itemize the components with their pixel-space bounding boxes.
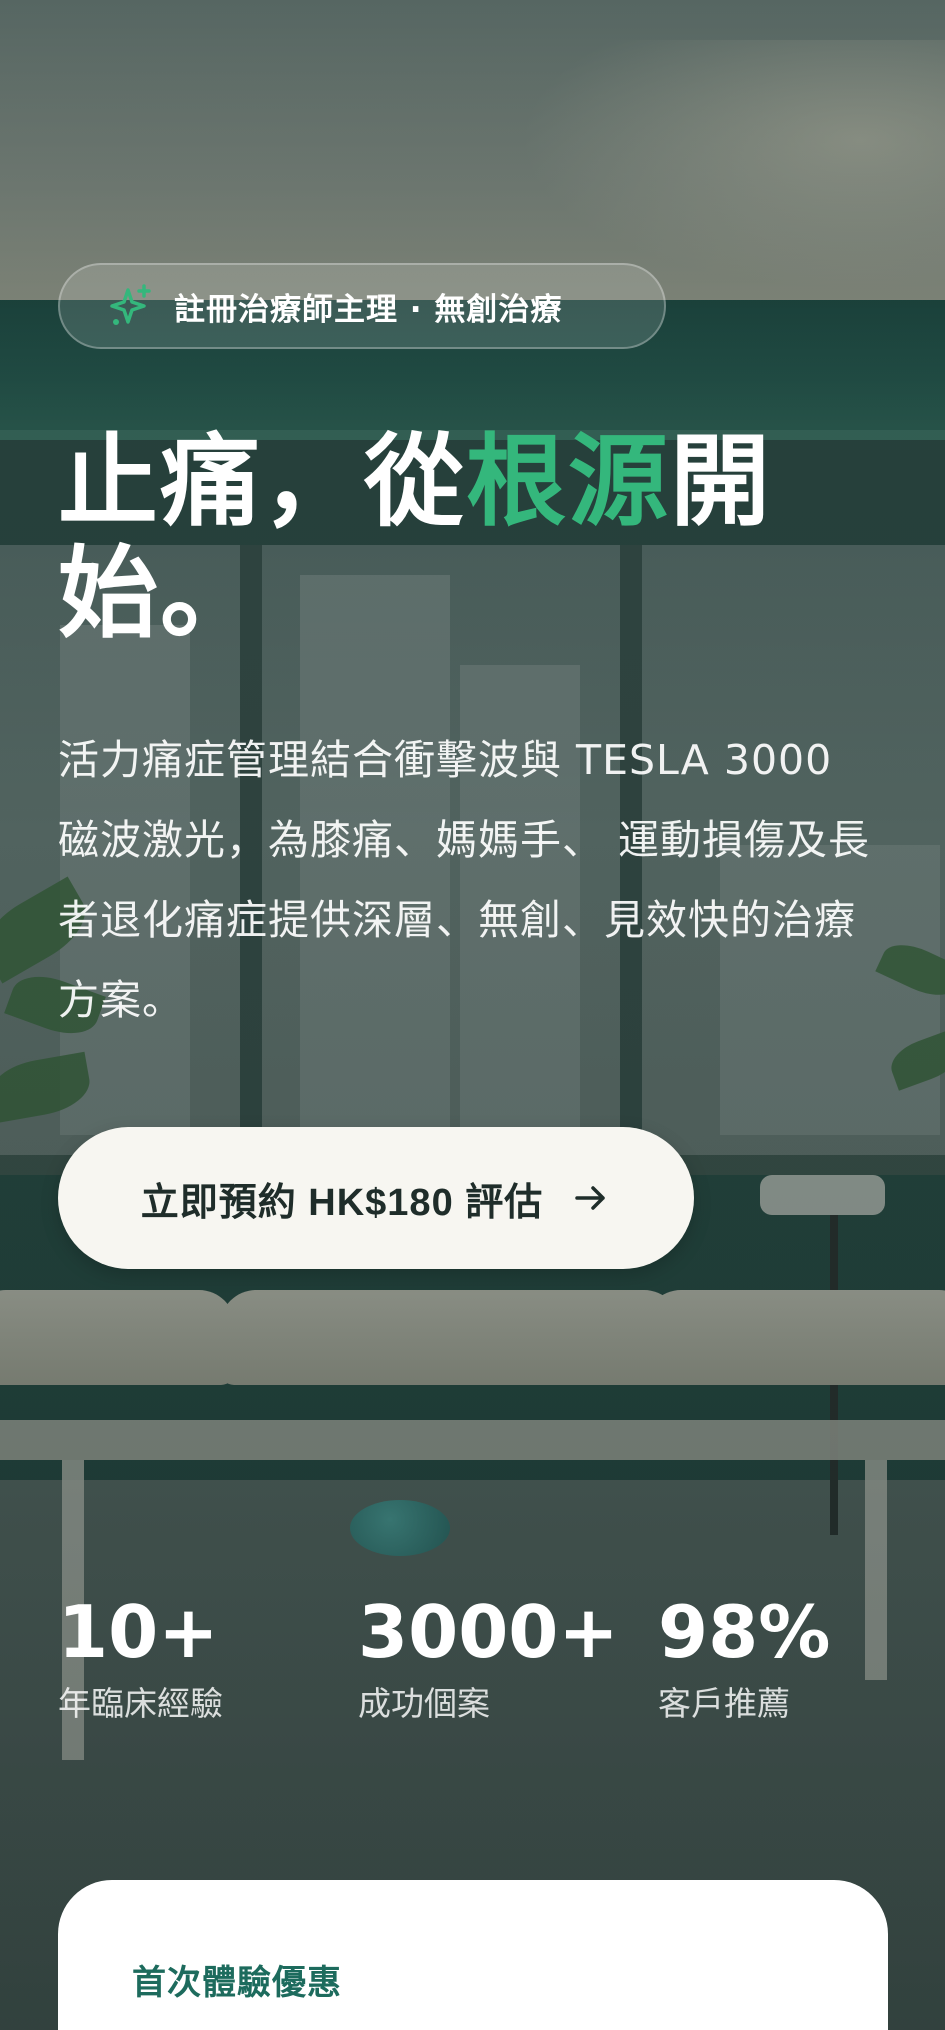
stat-experience: 10+ 年臨床經驗 — [58, 1590, 223, 1728]
page-headline: 止痛，從根源開始。 — [58, 425, 858, 649]
headline-accent: 根源 — [466, 422, 670, 540]
offer-title: 首次體驗優惠 — [132, 1963, 342, 2003]
book-assessment-button[interactable]: 立即預約 HK$180 評估 — [58, 1127, 694, 1269]
first-trial-offer-card: 首次體驗優惠 — [58, 1880, 888, 2030]
badge-text: 註冊治療師主理 · 無創治療 — [174, 291, 563, 328]
stat-label: 年臨床經驗 — [58, 1684, 223, 1723]
stats-row: 10+ 年臨床經驗 3000+ 成功個案 98% 客戶推薦 — [58, 1590, 918, 1750]
stat-cases: 3000+ 成功個案 — [358, 1590, 619, 1728]
hero-description: 活力痛症管理結合衝擊波與 TESLA 3000 磁波激光，為膝痛、媽媽手、 運動… — [58, 736, 871, 1024]
headline-part1: 止痛，從 — [58, 422, 466, 540]
stat-label: 成功個案 — [358, 1684, 490, 1723]
therapist-badge: 註冊治療師主理 · 無創治療 — [58, 263, 666, 349]
stat-value: 3000+ — [358, 1590, 619, 1674]
arrow-right-icon — [575, 1186, 606, 1210]
stat-label: 客戶推薦 — [658, 1684, 790, 1723]
sparkles-icon — [110, 284, 151, 325]
stat-value: 98% — [658, 1590, 831, 1674]
stat-value: 10+ — [58, 1590, 219, 1674]
book-assessment-label: 立即預約 HK$180 評估 — [140, 1181, 544, 1224]
stat-recommendation: 98% 客戶推薦 — [658, 1590, 830, 1728]
